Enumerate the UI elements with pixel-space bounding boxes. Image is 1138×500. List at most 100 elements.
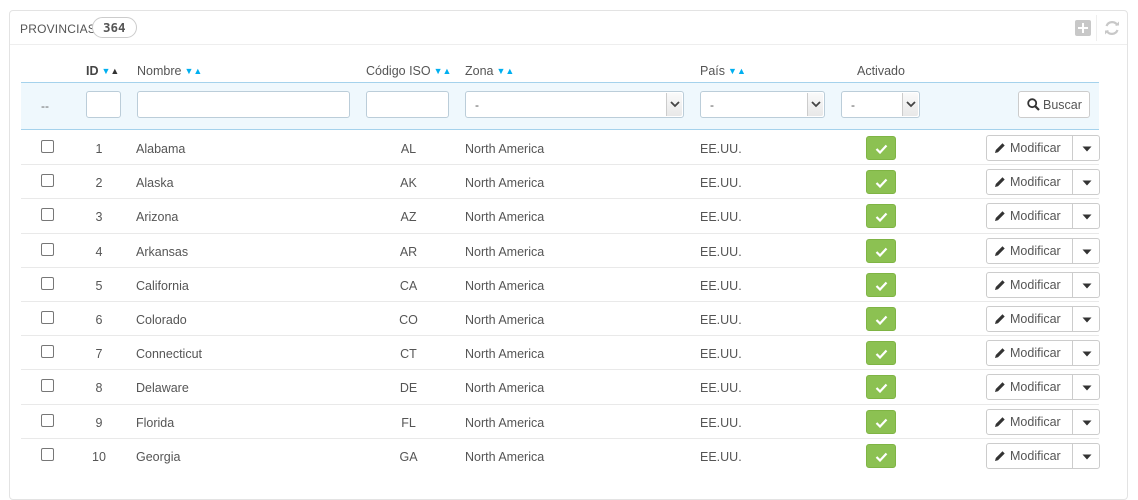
table-row: 10 Georgia GA North America EE.UU. Modif… bbox=[21, 439, 1100, 473]
active-toggle[interactable] bbox=[866, 341, 896, 366]
more-actions-button[interactable] bbox=[1074, 341, 1099, 365]
active-toggle[interactable] bbox=[866, 272, 896, 297]
id-filter-input[interactable] bbox=[86, 91, 121, 118]
row-name: Colorado bbox=[136, 312, 187, 327]
sort-arrows-icon[interactable]: ▼▲ bbox=[497, 66, 515, 76]
row-checkbox[interactable] bbox=[41, 174, 54, 188]
sort-arrows-icon[interactable]: ▼▲ bbox=[728, 66, 746, 76]
edit-button[interactable]: Modificar bbox=[987, 341, 1073, 366]
pencil-icon bbox=[994, 450, 1006, 465]
refresh-icon[interactable] bbox=[1103, 19, 1121, 37]
pencil-icon bbox=[994, 245, 1006, 260]
zone-filter-select[interactable]: - bbox=[465, 91, 684, 118]
caret-down-icon bbox=[1082, 351, 1092, 357]
edit-button[interactable]: Modificar bbox=[987, 272, 1073, 297]
row-id: 8 bbox=[95, 381, 103, 396]
more-actions-button[interactable] bbox=[1074, 444, 1099, 468]
row-checkbox[interactable] bbox=[41, 447, 54, 461]
edit-button[interactable]: Modificar bbox=[987, 204, 1073, 229]
more-actions-button[interactable] bbox=[1074, 170, 1099, 194]
row-checkbox[interactable] bbox=[41, 345, 54, 359]
column-header-id: ID ▼▲ bbox=[86, 64, 120, 78]
sort-arrows-icon[interactable]: ▼▲ bbox=[102, 66, 120, 76]
active-toggle[interactable] bbox=[866, 136, 896, 160]
more-actions-button[interactable] bbox=[1074, 136, 1099, 160]
row-iso-code: DE bbox=[399, 381, 418, 396]
row-zone: North America bbox=[465, 347, 545, 362]
row-actions: Modificar bbox=[986, 305, 1100, 332]
more-actions-button[interactable] bbox=[1074, 307, 1099, 331]
plus-square-icon[interactable] bbox=[1074, 19, 1092, 37]
row-name: Alaska bbox=[136, 176, 174, 191]
search-button[interactable]: Buscar bbox=[1018, 91, 1090, 118]
row-checkbox[interactable] bbox=[41, 140, 54, 153]
row-iso-code: AZ bbox=[400, 210, 417, 225]
pencil-icon bbox=[994, 347, 1006, 362]
pencil-icon bbox=[994, 416, 1006, 431]
more-actions-button[interactable] bbox=[1074, 375, 1099, 399]
active-filter-select[interactable]: - bbox=[841, 91, 920, 118]
search-button-label: Buscar bbox=[1043, 98, 1082, 112]
name-filter-input[interactable] bbox=[137, 91, 350, 118]
table-row: 2 Alaska AK North America EE.UU. Modific… bbox=[21, 165, 1100, 200]
active-toggle[interactable] bbox=[866, 306, 896, 331]
row-actions: Modificar bbox=[986, 203, 1100, 230]
row-iso-code: CT bbox=[400, 347, 417, 362]
edit-button-label: Modificar bbox=[1010, 346, 1061, 361]
caret-down-icon bbox=[1082, 180, 1092, 186]
more-actions-button[interactable] bbox=[1074, 204, 1099, 228]
row-iso-code: AR bbox=[399, 244, 418, 259]
edit-button[interactable]: Modificar bbox=[987, 375, 1073, 400]
edit-button[interactable]: Modificar bbox=[987, 136, 1073, 160]
pencil-icon bbox=[994, 313, 1006, 328]
row-country: EE.UU. bbox=[700, 278, 742, 293]
table-body: 1 Alabama AL North America EE.UU. Modifi… bbox=[21, 131, 1100, 473]
row-name: Alabama bbox=[136, 142, 186, 156]
row-checkbox[interactable] bbox=[41, 310, 54, 324]
country-filter-select[interactable]: - bbox=[700, 91, 825, 118]
more-actions-button[interactable] bbox=[1074, 273, 1099, 297]
more-actions-button[interactable] bbox=[1074, 239, 1099, 263]
filter-row: -- - - - Buscar bbox=[21, 82, 1099, 130]
row-checkbox[interactable] bbox=[41, 242, 54, 256]
table-row: 8 Delaware DE North America EE.UU. Modif… bbox=[21, 370, 1100, 405]
row-id: 7 bbox=[95, 347, 103, 362]
row-checkbox[interactable] bbox=[41, 413, 54, 427]
row-zone: North America bbox=[465, 312, 545, 327]
search-icon bbox=[1027, 98, 1040, 114]
edit-button[interactable]: Modificar bbox=[987, 409, 1073, 434]
edit-button[interactable]: Modificar bbox=[987, 306, 1073, 331]
row-id: 3 bbox=[95, 210, 103, 225]
active-toggle[interactable] bbox=[866, 170, 896, 195]
check-icon bbox=[875, 213, 888, 223]
row-checkbox[interactable] bbox=[41, 208, 54, 222]
active-toggle[interactable] bbox=[866, 409, 896, 434]
row-country: EE.UU. bbox=[700, 449, 742, 464]
row-checkbox[interactable] bbox=[41, 276, 54, 290]
row-country: EE.UU. bbox=[700, 244, 742, 259]
row-zone: North America bbox=[465, 415, 545, 430]
row-iso-code: GA bbox=[399, 449, 418, 464]
more-actions-button[interactable] bbox=[1074, 410, 1099, 434]
pencil-icon bbox=[994, 142, 1006, 157]
row-country: EE.UU. bbox=[700, 210, 742, 225]
iso-filter-input[interactable] bbox=[366, 91, 449, 118]
check-icon bbox=[875, 178, 888, 189]
sort-arrows-icon[interactable]: ▼▲ bbox=[184, 66, 202, 76]
edit-button-label: Modificar bbox=[1010, 243, 1061, 258]
chevron-down-icon bbox=[666, 93, 682, 116]
active-toggle[interactable] bbox=[866, 443, 896, 468]
row-name: Florida bbox=[136, 415, 175, 430]
zone-filter-value: - bbox=[475, 98, 479, 112]
active-toggle[interactable] bbox=[866, 375, 896, 400]
edit-button[interactable]: Modificar bbox=[987, 238, 1073, 263]
row-checkbox[interactable] bbox=[41, 379, 54, 393]
active-toggle[interactable] bbox=[866, 238, 896, 263]
active-toggle[interactable] bbox=[866, 204, 896, 229]
edit-button[interactable]: Modificar bbox=[987, 170, 1073, 195]
sort-arrows-icon[interactable]: ▼▲ bbox=[434, 66, 452, 76]
caret-down-icon bbox=[1082, 214, 1092, 220]
row-iso-code: CA bbox=[399, 278, 418, 293]
edit-button[interactable]: Modificar bbox=[987, 443, 1073, 468]
table-row: 5 California CA North America EE.UU. Mod… bbox=[21, 268, 1100, 302]
